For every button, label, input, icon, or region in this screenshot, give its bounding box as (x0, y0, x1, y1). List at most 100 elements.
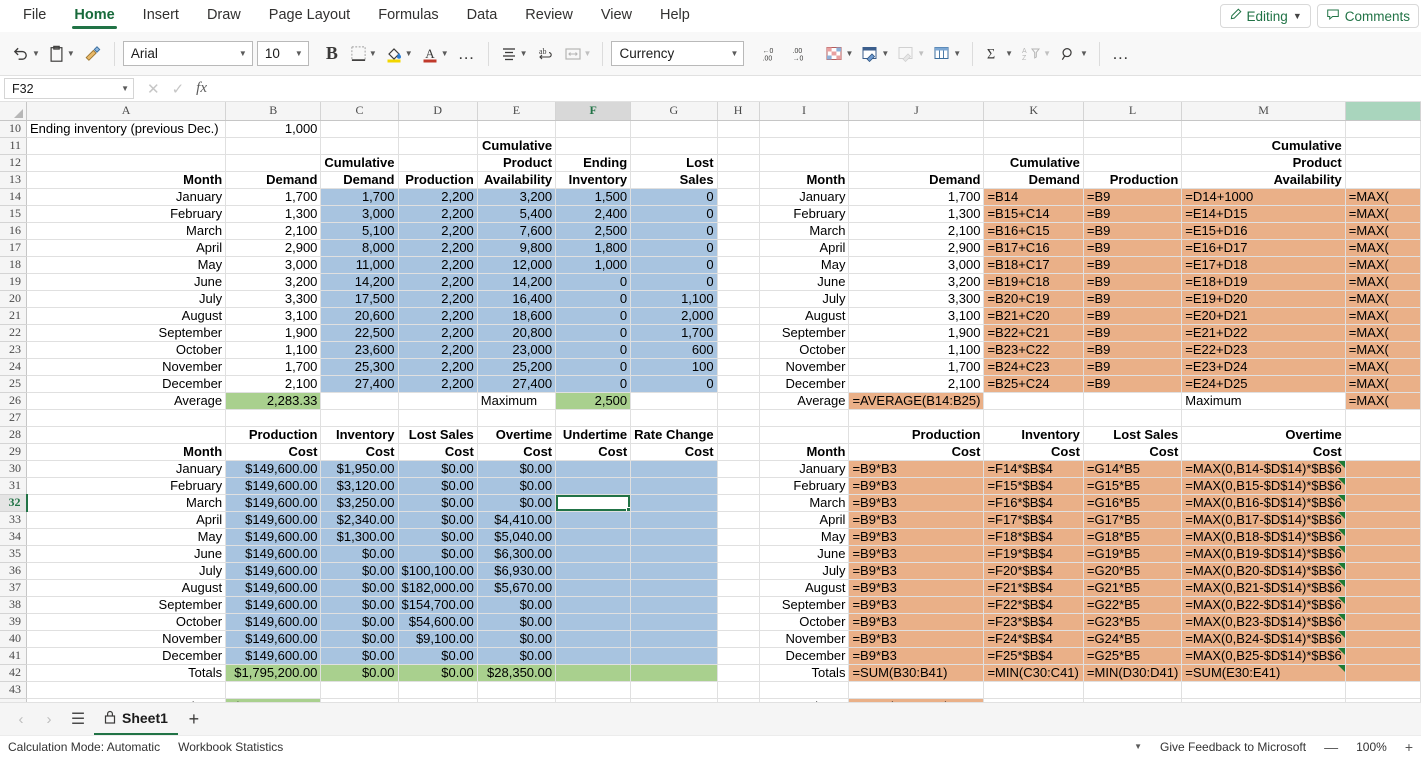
cell-A17[interactable]: April (27, 239, 226, 256)
cell-I10[interactable] (759, 120, 849, 137)
cell-F35[interactable] (556, 545, 631, 562)
row-header-20[interactable]: 20 (0, 290, 27, 307)
previous-sheet-icon[interactable]: ‹ (8, 706, 34, 732)
cell-F30[interactable] (556, 460, 631, 477)
row-header-11[interactable]: 11 (0, 137, 27, 154)
cell-A31[interactable]: February (27, 477, 226, 494)
cell-A25[interactable]: December (27, 375, 226, 392)
insert-cells-button[interactable]: ▼ (930, 39, 964, 69)
cell-L38[interactable]: =G22*B5 (1083, 596, 1181, 613)
insert-function-icon[interactable]: fx (196, 80, 207, 97)
cell-K43[interactable] (984, 681, 1083, 698)
cell-D17[interactable]: 2,200 (398, 239, 477, 256)
cell-N38[interactable] (1345, 596, 1420, 613)
cell-D39[interactable]: $54,600.00 (398, 613, 477, 630)
cell-A21[interactable]: August (27, 307, 226, 324)
cell-H14[interactable] (717, 188, 759, 205)
cell-C17[interactable]: 8,000 (321, 239, 398, 256)
cell-E42[interactable]: $28,350.00 (477, 664, 555, 681)
tab-file[interactable]: File (10, 4, 59, 29)
cell-D41[interactable]: $0.00 (398, 647, 477, 664)
cell-G31[interactable] (631, 477, 717, 494)
all-sheets-icon[interactable]: ☰ (64, 706, 92, 732)
cell-J26[interactable]: =AVERAGE(B14:B25) (849, 392, 984, 409)
cell-B24[interactable]: 1,700 (226, 358, 321, 375)
cell-G39[interactable] (631, 613, 717, 630)
cell-N19[interactable]: =MAX( (1345, 273, 1420, 290)
cell-F29[interactable]: Cost (556, 443, 631, 460)
cell-H38[interactable] (717, 596, 759, 613)
cell-H29[interactable] (717, 443, 759, 460)
cell-B40[interactable]: $149,600.00 (226, 630, 321, 647)
column-header-m[interactable]: M (1182, 102, 1345, 120)
cell-D24[interactable]: 2,200 (398, 358, 477, 375)
row-header-12[interactable]: 12 (0, 154, 27, 171)
cell-E20[interactable]: 16,400 (477, 290, 555, 307)
cell-L22[interactable]: =B9 (1083, 324, 1181, 341)
cell-C19[interactable]: 14,200 (321, 273, 398, 290)
cell-I21[interactable]: August (759, 307, 849, 324)
cell-M16[interactable]: =E15+D16 (1182, 222, 1345, 239)
find-button[interactable]: ▼ (1056, 39, 1091, 69)
cell-J21[interactable]: 3,100 (849, 307, 984, 324)
cell-B42[interactable]: $1,795,200.00 (226, 664, 321, 681)
cell-I34[interactable]: May (759, 528, 849, 545)
cell-B15[interactable]: 1,300 (226, 205, 321, 222)
cell-A12[interactable] (27, 154, 226, 171)
cell-F43[interactable] (556, 681, 631, 698)
cell-C24[interactable]: 25,300 (321, 358, 398, 375)
cell-M25[interactable]: =E24+D25 (1182, 375, 1345, 392)
cell-J43[interactable] (849, 681, 984, 698)
cell-L34[interactable]: =G18*B5 (1083, 528, 1181, 545)
cell-E11[interactable]: Cumulative (477, 137, 555, 154)
cell-F44[interactable] (556, 698, 631, 702)
cell-K14[interactable]: =B14 (984, 188, 1083, 205)
cell-E38[interactable]: $0.00 (477, 596, 555, 613)
cell-F16[interactable]: 2,500 (556, 222, 631, 239)
cell-M18[interactable]: =E17+D18 (1182, 256, 1345, 273)
cell-A44[interactable]: Total cost (27, 698, 226, 702)
cell-B26[interactable]: 2,283.33 (226, 392, 321, 409)
row-header-38[interactable]: 38 (0, 596, 27, 613)
cell-A18[interactable]: May (27, 256, 226, 273)
cell-B11[interactable] (226, 137, 321, 154)
cell-B41[interactable]: $149,600.00 (226, 647, 321, 664)
cell-B38[interactable]: $149,600.00 (226, 596, 321, 613)
sort-filter-button[interactable]: AZ ▼ (1018, 39, 1054, 69)
conditional-formatting-button[interactable]: ▼ (822, 39, 856, 69)
column-header-n[interactable] (1345, 102, 1420, 120)
cell-C15[interactable]: 3,000 (321, 205, 398, 222)
cell-K40[interactable]: =F24*$B$4 (984, 630, 1083, 647)
cell-A13[interactable]: Month (27, 171, 226, 188)
cell-A22[interactable]: September (27, 324, 226, 341)
cell-H25[interactable] (717, 375, 759, 392)
cell-H37[interactable] (717, 579, 759, 596)
cell-D25[interactable]: 2,200 (398, 375, 477, 392)
cell-I37[interactable]: August (759, 579, 849, 596)
cell-K20[interactable]: =B20+C19 (984, 290, 1083, 307)
cell-N16[interactable]: =MAX( (1345, 222, 1420, 239)
cell-G37[interactable] (631, 579, 717, 596)
cell-L29[interactable]: Cost (1083, 443, 1181, 460)
cell-M12[interactable]: Product (1182, 154, 1345, 171)
row-header-44[interactable]: 44 (0, 698, 27, 702)
tab-view[interactable]: View (588, 4, 645, 29)
cell-F19[interactable]: 0 (556, 273, 631, 290)
cell-E32[interactable]: $0.00 (477, 494, 555, 511)
cell-L27[interactable] (1083, 409, 1181, 426)
font-color-button[interactable]: A ▼ (418, 39, 452, 69)
cell-D35[interactable]: $0.00 (398, 545, 477, 562)
cell-B32[interactable]: $149,600.00 (226, 494, 321, 511)
cell-D15[interactable]: 2,200 (398, 205, 477, 222)
cell-C39[interactable]: $0.00 (321, 613, 398, 630)
cell-I16[interactable]: March (759, 222, 849, 239)
give-feedback-label[interactable]: Give Feedback to Microsoft (1160, 740, 1306, 754)
tab-insert[interactable]: Insert (130, 4, 192, 29)
cell-I31[interactable]: February (759, 477, 849, 494)
cell-I17[interactable]: April (759, 239, 849, 256)
cell-C27[interactable] (321, 409, 398, 426)
cell-N29[interactable] (1345, 443, 1420, 460)
cell-E14[interactable]: 3,200 (477, 188, 555, 205)
cell-D32[interactable]: $0.00 (398, 494, 477, 511)
cell-F21[interactable]: 0 (556, 307, 631, 324)
